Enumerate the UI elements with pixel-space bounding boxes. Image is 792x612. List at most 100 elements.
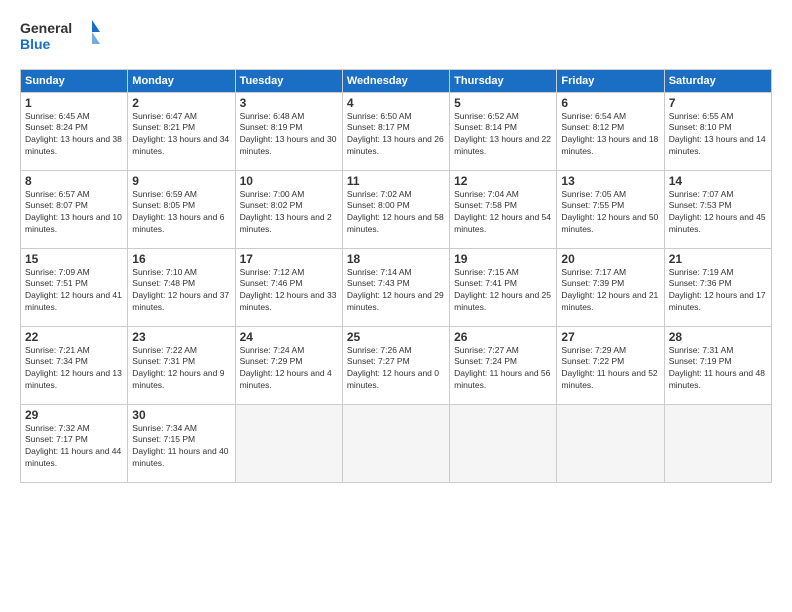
day-number: 28: [669, 330, 767, 344]
day-number: 19: [454, 252, 552, 266]
calendar-cell: 4Sunrise: 6:50 AMSunset: 8:17 PMDaylight…: [342, 92, 449, 170]
day-number: 25: [347, 330, 445, 344]
day-info: Sunrise: 6:54 AMSunset: 8:12 PMDaylight:…: [561, 111, 659, 159]
day-number: 4: [347, 96, 445, 110]
logo: General Blue: [20, 16, 100, 59]
week-row-4: 22Sunrise: 7:21 AMSunset: 7:34 PMDayligh…: [21, 326, 772, 404]
day-info: Sunrise: 7:09 AMSunset: 7:51 PMDaylight:…: [25, 267, 123, 315]
day-number: 9: [132, 174, 230, 188]
calendar-cell: 5Sunrise: 6:52 AMSunset: 8:14 PMDaylight…: [450, 92, 557, 170]
day-info: Sunrise: 7:15 AMSunset: 7:41 PMDaylight:…: [454, 267, 552, 315]
day-number: 2: [132, 96, 230, 110]
day-info: Sunrise: 6:45 AMSunset: 8:24 PMDaylight:…: [25, 111, 123, 159]
day-number: 23: [132, 330, 230, 344]
calendar-cell: 1Sunrise: 6:45 AMSunset: 8:24 PMDaylight…: [21, 92, 128, 170]
calendar-cell: 8Sunrise: 6:57 AMSunset: 8:07 PMDaylight…: [21, 170, 128, 248]
day-info: Sunrise: 6:59 AMSunset: 8:05 PMDaylight:…: [132, 189, 230, 237]
calendar-table: Sunday Monday Tuesday Wednesday Thursday…: [20, 69, 772, 483]
week-row-2: 8Sunrise: 6:57 AMSunset: 8:07 PMDaylight…: [21, 170, 772, 248]
week-row-3: 15Sunrise: 7:09 AMSunset: 7:51 PMDayligh…: [21, 248, 772, 326]
calendar-cell: 3Sunrise: 6:48 AMSunset: 8:19 PMDaylight…: [235, 92, 342, 170]
day-number: 17: [240, 252, 338, 266]
calendar-cell: 27Sunrise: 7:29 AMSunset: 7:22 PMDayligh…: [557, 326, 664, 404]
col-tuesday: Tuesday: [235, 69, 342, 92]
day-info: Sunrise: 7:32 AMSunset: 7:17 PMDaylight:…: [25, 423, 123, 471]
calendar-cell: [664, 404, 771, 482]
calendar-cell: 11Sunrise: 7:02 AMSunset: 8:00 PMDayligh…: [342, 170, 449, 248]
calendar-cell: 18Sunrise: 7:14 AMSunset: 7:43 PMDayligh…: [342, 248, 449, 326]
day-number: 12: [454, 174, 552, 188]
col-saturday: Saturday: [664, 69, 771, 92]
day-info: Sunrise: 7:14 AMSunset: 7:43 PMDaylight:…: [347, 267, 445, 315]
col-thursday: Thursday: [450, 69, 557, 92]
day-number: 20: [561, 252, 659, 266]
col-monday: Monday: [128, 69, 235, 92]
day-number: 30: [132, 408, 230, 422]
day-number: 13: [561, 174, 659, 188]
calendar-cell: 29Sunrise: 7:32 AMSunset: 7:17 PMDayligh…: [21, 404, 128, 482]
calendar-cell: 25Sunrise: 7:26 AMSunset: 7:27 PMDayligh…: [342, 326, 449, 404]
calendar-cell: [342, 404, 449, 482]
day-number: 21: [669, 252, 767, 266]
calendar-cell: 23Sunrise: 7:22 AMSunset: 7:31 PMDayligh…: [128, 326, 235, 404]
day-info: Sunrise: 7:07 AMSunset: 7:53 PMDaylight:…: [669, 189, 767, 237]
day-number: 18: [347, 252, 445, 266]
day-info: Sunrise: 6:52 AMSunset: 8:14 PMDaylight:…: [454, 111, 552, 159]
calendar-cell: 6Sunrise: 6:54 AMSunset: 8:12 PMDaylight…: [557, 92, 664, 170]
day-info: Sunrise: 7:26 AMSunset: 7:27 PMDaylight:…: [347, 345, 445, 393]
day-info: Sunrise: 7:19 AMSunset: 7:36 PMDaylight:…: [669, 267, 767, 315]
day-number: 7: [669, 96, 767, 110]
day-info: Sunrise: 7:00 AMSunset: 8:02 PMDaylight:…: [240, 189, 338, 237]
day-number: 22: [25, 330, 123, 344]
day-number: 27: [561, 330, 659, 344]
svg-text:General: General: [20, 20, 72, 36]
day-number: 8: [25, 174, 123, 188]
day-number: 14: [669, 174, 767, 188]
day-info: Sunrise: 7:22 AMSunset: 7:31 PMDaylight:…: [132, 345, 230, 393]
day-info: Sunrise: 7:21 AMSunset: 7:34 PMDaylight:…: [25, 345, 123, 393]
calendar-cell: 13Sunrise: 7:05 AMSunset: 7:55 PMDayligh…: [557, 170, 664, 248]
day-number: 26: [454, 330, 552, 344]
calendar-cell: 10Sunrise: 7:00 AMSunset: 8:02 PMDayligh…: [235, 170, 342, 248]
day-info: Sunrise: 6:47 AMSunset: 8:21 PMDaylight:…: [132, 111, 230, 159]
day-info: Sunrise: 6:48 AMSunset: 8:19 PMDaylight:…: [240, 111, 338, 159]
calendar-cell: 26Sunrise: 7:27 AMSunset: 7:24 PMDayligh…: [450, 326, 557, 404]
day-info: Sunrise: 7:34 AMSunset: 7:15 PMDaylight:…: [132, 423, 230, 471]
calendar-cell: 17Sunrise: 7:12 AMSunset: 7:46 PMDayligh…: [235, 248, 342, 326]
day-info: Sunrise: 7:27 AMSunset: 7:24 PMDaylight:…: [454, 345, 552, 393]
calendar-cell: 14Sunrise: 7:07 AMSunset: 7:53 PMDayligh…: [664, 170, 771, 248]
day-info: Sunrise: 7:31 AMSunset: 7:19 PMDaylight:…: [669, 345, 767, 393]
day-number: 5: [454, 96, 552, 110]
calendar-cell: 20Sunrise: 7:17 AMSunset: 7:39 PMDayligh…: [557, 248, 664, 326]
day-number: 29: [25, 408, 123, 422]
calendar-cell: [557, 404, 664, 482]
logo-svg: General Blue: [20, 16, 100, 54]
day-number: 6: [561, 96, 659, 110]
calendar-cell: 24Sunrise: 7:24 AMSunset: 7:29 PMDayligh…: [235, 326, 342, 404]
day-info: Sunrise: 7:17 AMSunset: 7:39 PMDaylight:…: [561, 267, 659, 315]
logo-text: General Blue: [20, 16, 100, 59]
day-info: Sunrise: 7:12 AMSunset: 7:46 PMDaylight:…: [240, 267, 338, 315]
col-sunday: Sunday: [21, 69, 128, 92]
day-info: Sunrise: 7:10 AMSunset: 7:48 PMDaylight:…: [132, 267, 230, 315]
calendar-page: General Blue Sunday Monday Tuesday Wedne…: [0, 0, 792, 612]
day-info: Sunrise: 7:05 AMSunset: 7:55 PMDaylight:…: [561, 189, 659, 237]
day-info: Sunrise: 6:55 AMSunset: 8:10 PMDaylight:…: [669, 111, 767, 159]
calendar-cell: 21Sunrise: 7:19 AMSunset: 7:36 PMDayligh…: [664, 248, 771, 326]
day-number: 3: [240, 96, 338, 110]
calendar-cell: 15Sunrise: 7:09 AMSunset: 7:51 PMDayligh…: [21, 248, 128, 326]
calendar-cell: 7Sunrise: 6:55 AMSunset: 8:10 PMDaylight…: [664, 92, 771, 170]
day-number: 1: [25, 96, 123, 110]
day-number: 16: [132, 252, 230, 266]
calendar-cell: [450, 404, 557, 482]
day-info: Sunrise: 7:29 AMSunset: 7:22 PMDaylight:…: [561, 345, 659, 393]
header-row: Sunday Monday Tuesday Wednesday Thursday…: [21, 69, 772, 92]
calendar-cell: 28Sunrise: 7:31 AMSunset: 7:19 PMDayligh…: [664, 326, 771, 404]
day-info: Sunrise: 6:57 AMSunset: 8:07 PMDaylight:…: [25, 189, 123, 237]
calendar-cell: 19Sunrise: 7:15 AMSunset: 7:41 PMDayligh…: [450, 248, 557, 326]
svg-text:Blue: Blue: [20, 36, 51, 52]
day-number: 15: [25, 252, 123, 266]
day-info: Sunrise: 7:24 AMSunset: 7:29 PMDaylight:…: [240, 345, 338, 393]
calendar-cell: 9Sunrise: 6:59 AMSunset: 8:05 PMDaylight…: [128, 170, 235, 248]
day-number: 10: [240, 174, 338, 188]
